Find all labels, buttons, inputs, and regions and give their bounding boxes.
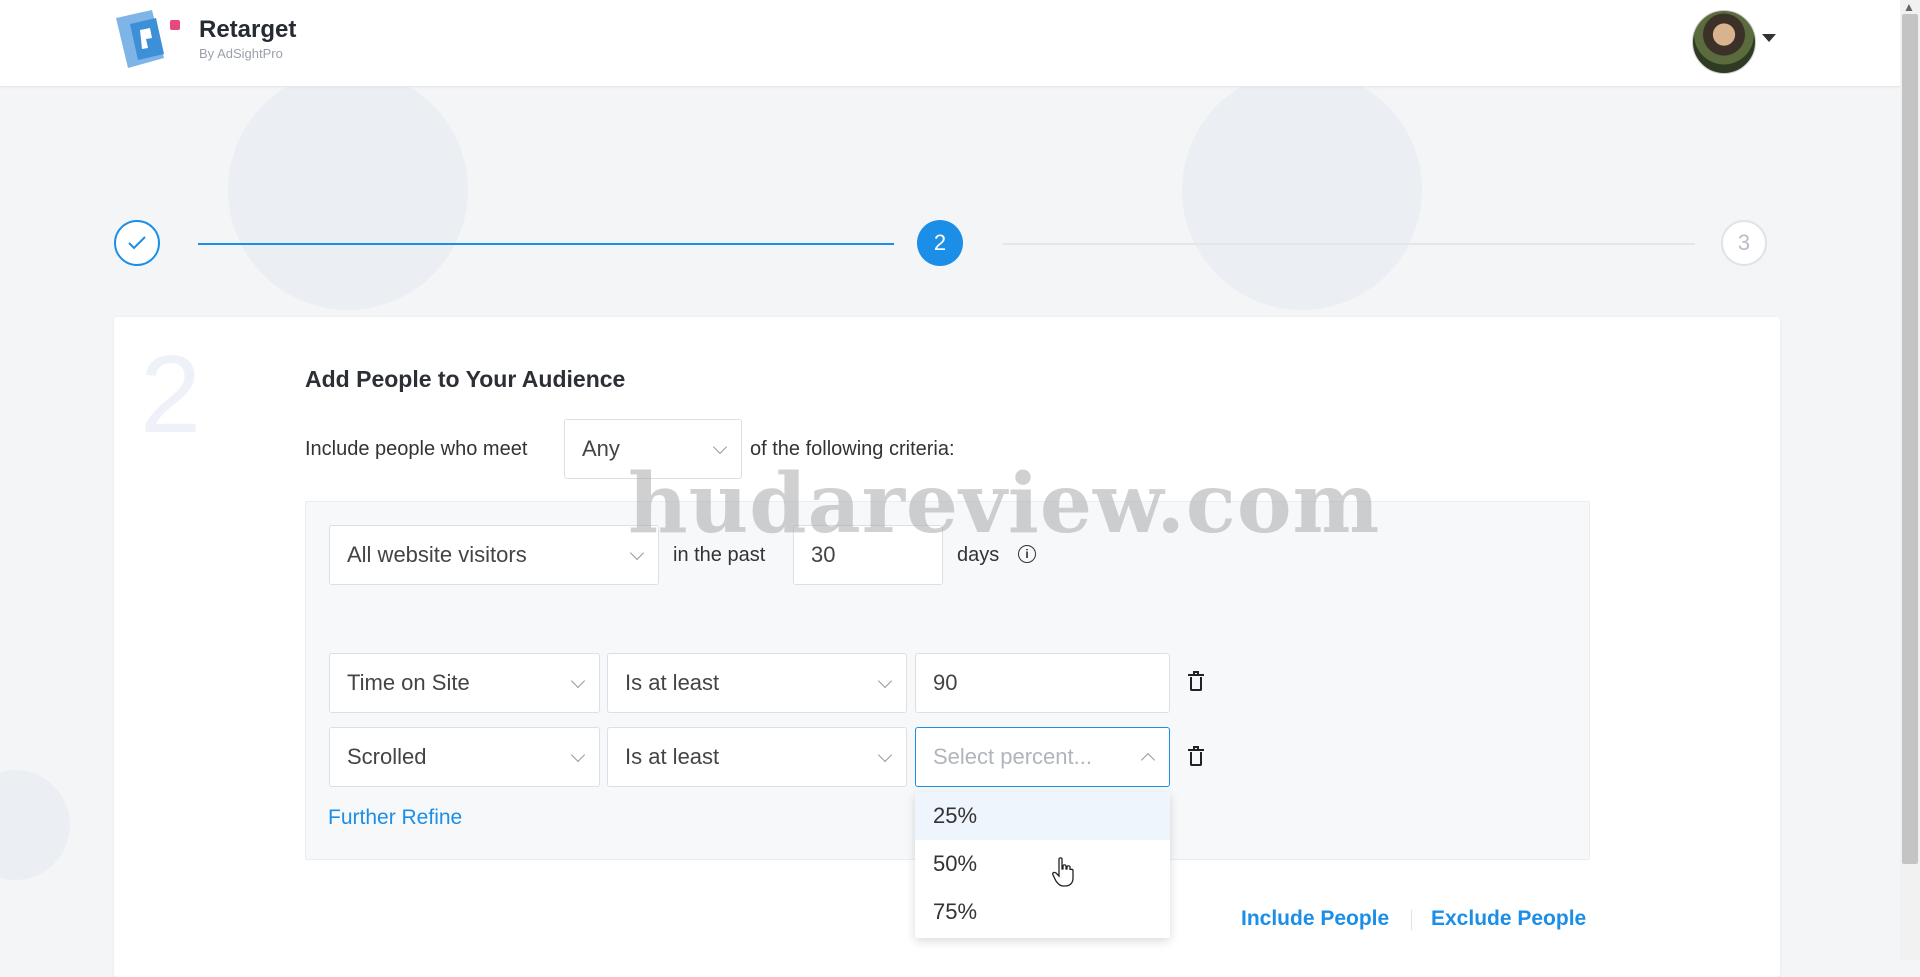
chevron-down-icon	[570, 673, 586, 689]
scroll-up-arrow-icon[interactable]: ▲	[1903, 0, 1915, 14]
rule-field-value: Time on Site	[347, 670, 470, 695]
step-1-done[interactable]	[114, 220, 160, 266]
card-title: Add People to Your Audience	[305, 366, 626, 392]
step-2-active[interactable]: 2	[917, 220, 963, 266]
criteria-match-value: Any	[582, 436, 620, 461]
percent-select[interactable]: Select percent...	[915, 727, 1170, 787]
rule-field-value: Scrolled	[347, 744, 427, 769]
background-circle	[228, 70, 468, 310]
chevron-down-icon	[712, 439, 728, 455]
rule-operator-select[interactable]: Is at least	[607, 727, 907, 787]
user-avatar[interactable]	[1692, 10, 1756, 74]
percent-dropdown-menu: 25% 50% 75%	[915, 792, 1170, 938]
rule-operator-select[interactable]: Is at least	[607, 653, 907, 713]
rule-field-select[interactable]: Time on Site	[329, 653, 600, 713]
days-input[interactable]: 30	[793, 525, 943, 585]
dropdown-option[interactable]: 75%	[915, 888, 1170, 936]
step-3-upcoming[interactable]: 3	[1721, 220, 1767, 266]
chevron-down-icon	[877, 747, 893, 763]
background-circle	[0, 770, 70, 880]
chevron-down-icon	[877, 673, 893, 689]
background-circle	[1182, 70, 1422, 310]
delete-rule-trash-icon[interactable]	[1188, 746, 1204, 766]
days-label: days	[957, 544, 1000, 566]
chevron-up-icon	[1140, 752, 1156, 768]
criteria-prefix-label: Include people who meet	[305, 438, 528, 460]
dropdown-option[interactable]: 50%	[915, 840, 1170, 888]
chevron-down-icon	[570, 747, 586, 763]
top-header: Retarget By AdSightPro	[0, 0, 1900, 87]
criteria-match-select[interactable]: Any	[564, 419, 742, 479]
brand-name: Retarget	[199, 16, 297, 43]
rule-field-select[interactable]: Scrolled	[329, 727, 600, 787]
card-step-number: 2	[140, 333, 202, 456]
delete-rule-trash-icon[interactable]	[1188, 671, 1204, 691]
percent-select-placeholder: Select percent...	[933, 744, 1092, 769]
audience-source-select[interactable]: All website visitors	[329, 525, 659, 585]
further-refine-link[interactable]: Further Refine	[328, 806, 462, 830]
rule-operator-value: Is at least	[625, 744, 720, 769]
retarget-logo-icon	[116, 10, 180, 68]
criteria-suffix-label: of the following criteria:	[750, 438, 955, 460]
action-divider	[1411, 910, 1412, 930]
audience-source-value: All website visitors	[347, 542, 527, 567]
scrollbar-thumb[interactable]	[1902, 14, 1918, 864]
rule-value: 90	[933, 670, 958, 695]
in-the-past-label: in the past	[673, 544, 766, 566]
include-people-button[interactable]: Include People	[1241, 907, 1389, 931]
dropdown-option[interactable]: 25%	[915, 792, 1170, 840]
rule-value-input[interactable]: 90	[915, 653, 1170, 713]
brand-subtitle: By AdSightPro	[199, 46, 283, 61]
stepper-line-upcoming	[1003, 243, 1695, 245]
days-value: 30	[811, 542, 836, 567]
exclude-people-button[interactable]: Exclude People	[1431, 907, 1586, 931]
account-caret-down-icon[interactable]	[1762, 34, 1776, 42]
chevron-down-icon	[629, 545, 645, 561]
hand-pointer-cursor-icon	[1052, 857, 1074, 887]
checkmark-icon	[128, 236, 146, 250]
stepper-line-completed	[198, 243, 894, 245]
rule-operator-value: Is at least	[625, 670, 720, 695]
info-icon[interactable]: i	[1018, 545, 1036, 563]
